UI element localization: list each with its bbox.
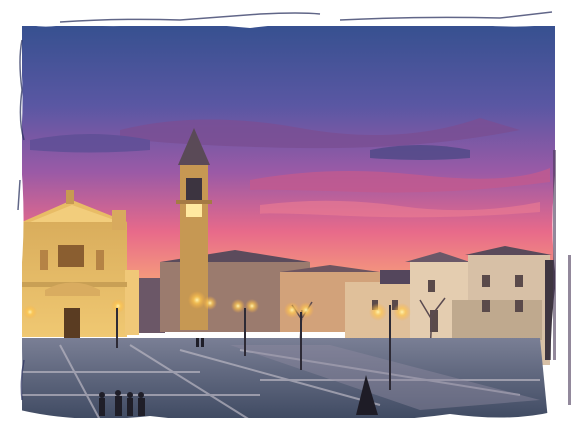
- dusk-photo: [0, 0, 583, 437]
- photo-frame: [0, 0, 583, 437]
